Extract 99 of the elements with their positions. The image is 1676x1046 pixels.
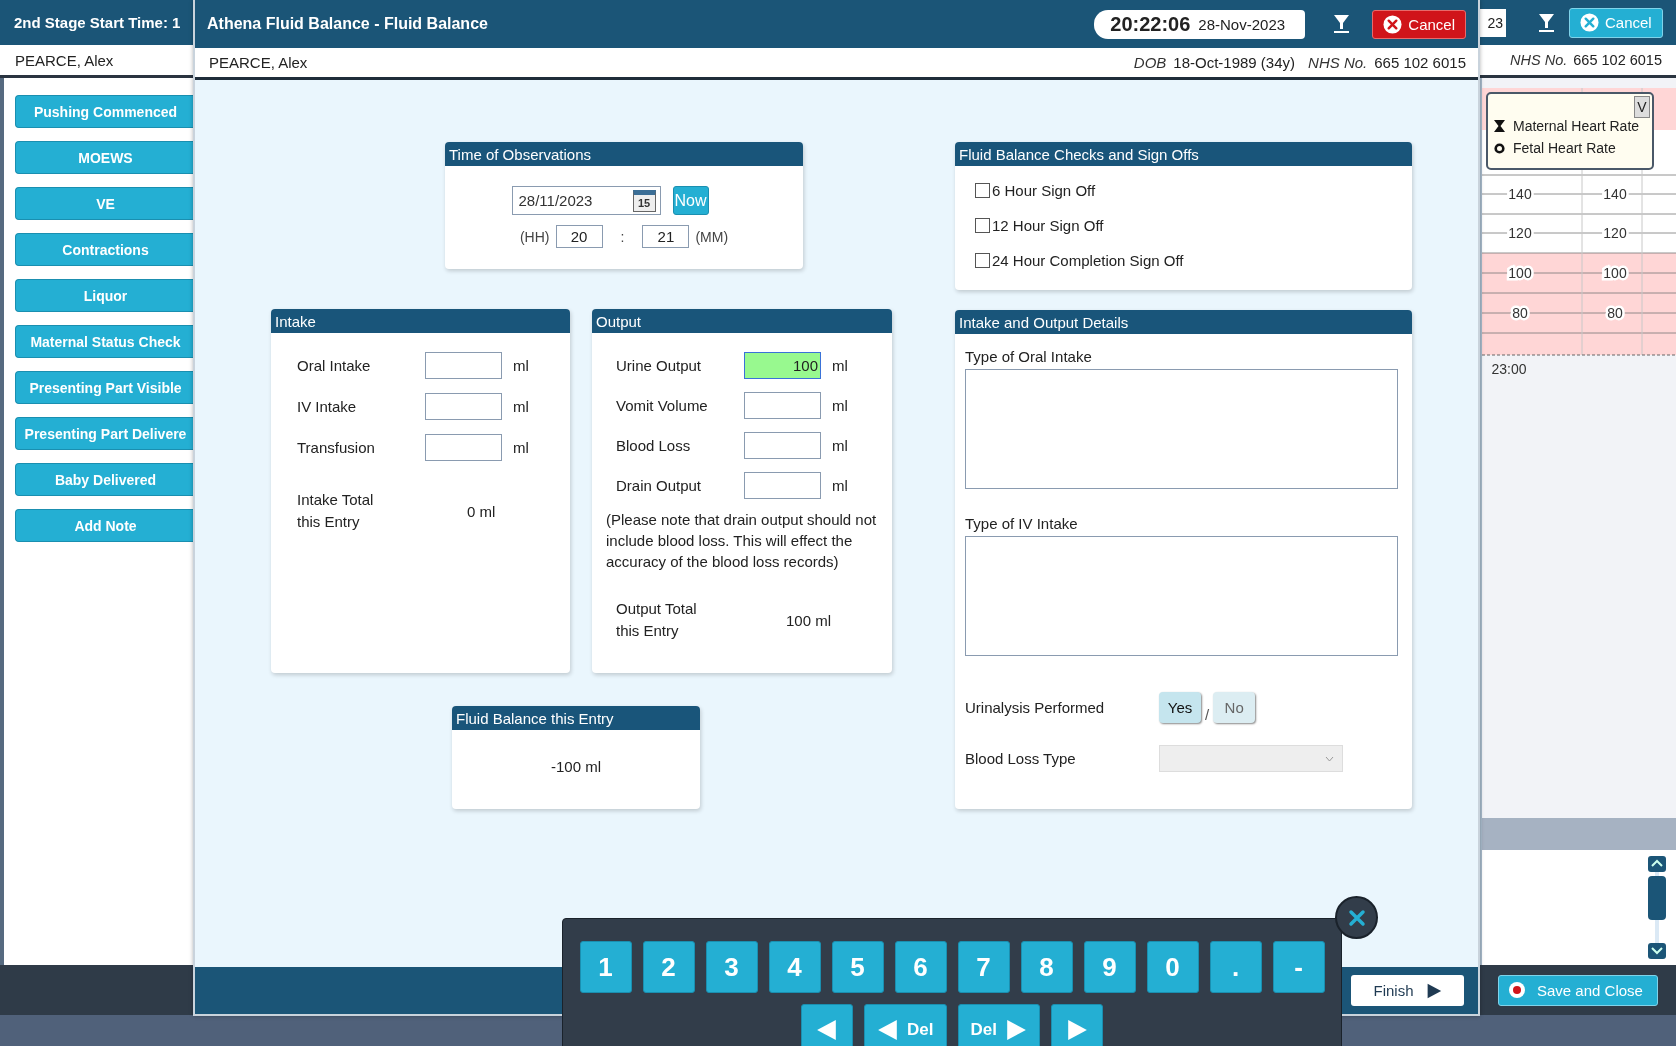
axis-label: 80 [1607,305,1623,321]
field-label: Blood Loss Type [965,750,1077,767]
checkbox-label: 12 Hour Sign Off [992,217,1104,234]
input-field[interactable]: 100 [744,352,821,379]
total-value: 0 ml [467,502,497,520]
action-button[interactable]: Pushing Commenced [15,95,195,128]
checkbox-label: 24 Hour Completion Sign Off [992,252,1184,269]
unit-label: ml [513,357,530,374]
cancel-button[interactable]: Cancel [1372,9,1466,39]
unit-label: ml [832,477,849,494]
key-button[interactable]: Del [957,1004,1040,1046]
clock-date: 28-Nov-2023 [1198,15,1286,33]
key-button[interactable]: 5 [831,941,884,993]
option-button[interactable]: Yes [1159,692,1201,723]
axis-label: 100 [1603,265,1627,281]
now-button[interactable]: Now [672,186,709,215]
checkbox-label: 6 Hour Sign Off [992,182,1096,199]
save-and-close-button[interactable]: Save and Close [1498,974,1658,1006]
key-button[interactable]: 2 [642,941,695,993]
panel-title: Output [592,309,892,333]
field-label: Urinalysis Performed [965,699,1106,716]
action-button[interactable]: Add Note [15,509,195,542]
nhs-label: NHS No. [1510,52,1568,68]
action-button[interactable]: Presenting Part Visible [15,371,195,404]
field-label: Blood Loss [616,437,692,454]
legend-toggle[interactable]: V [1634,96,1650,118]
field-label: Type of Oral Intake [965,348,1093,365]
key-button[interactable]: 4 [768,941,821,993]
time-field: 23 [1478,8,1506,37]
option-button[interactable]: No [1213,692,1256,723]
total-label: Output Total this Entry [616,599,698,641]
total-label: Intake Total this Entry [297,490,375,532]
nhs-number: 665 102 6015 [1573,52,1662,68]
field-label: Drain Output [616,477,703,494]
axis-label: 120 [1603,225,1627,241]
calendar-button[interactable]: 15 [632,189,656,212]
action-button[interactable]: Contractions [15,233,195,266]
date-field[interactable]: 28/11/2023 15 [511,186,661,215]
key-button[interactable]: Del [864,1004,947,1046]
panel-title: Intake and Output Details [955,310,1412,334]
hour-field[interactable]: 20 [555,225,603,248]
panel-title: Fluid Balance this Entry [452,706,700,730]
key-button[interactable]: 0 [1146,941,1199,993]
patient-name: PEARCE, Alex [14,51,115,69]
action-button[interactable]: Presenting Part Delivere [15,417,195,450]
key-button[interactable]: - [1272,941,1325,993]
field-label: IV Intake [297,398,358,415]
total-value: 100 ml [786,611,833,629]
key-button[interactable]: . [1209,941,1262,993]
field-label: Urine Output [616,357,703,374]
note-text: (Please note that drain output should not include blood loss. This will effect the accuracy of the blood loss records) [605,510,878,572]
key-button[interactable]: 9 [1083,941,1136,993]
dob-value: 18-Oct-1989 (34y) [1173,54,1296,71]
key-button[interactable]: 7 [957,941,1010,993]
panel-title: Fluid Balance Checks and Sign Offs [955,142,1412,166]
field-label: Transfusion [297,439,376,456]
field-label: Oral Intake [297,357,372,374]
field-label: Vomit Volume [616,397,709,414]
key-button[interactable]: 6 [894,941,947,993]
dob-label: DOB [1133,54,1167,71]
panel-title: Intake [271,309,570,333]
key-button[interactable]: 8 [1020,941,1073,993]
minute-field[interactable]: 21 [642,225,690,248]
date-value: 28/11/2023 [518,192,593,209]
nhs-number: 665 102 6015 [1374,54,1466,71]
hour-label: (HH) [519,228,550,245]
axis-label: 23:00 [1491,361,1527,377]
unit-label: ml [513,398,530,415]
dialog-title: Athena Fluid Balance - Fluid Balance [207,15,489,33]
time-separator: : [620,228,625,245]
axis-label: 140 [1508,186,1532,202]
axis-label: 140 [1603,186,1627,202]
key-button[interactable]: 3 [705,941,758,993]
header-title: 2nd Stage Start Time: 1 [13,13,182,33]
action-button[interactable]: VE [15,187,195,220]
nhs-label: NHS No. [1308,54,1368,71]
unit-label: ml [832,397,849,414]
action-button[interactable]: Maternal Status Check [15,325,195,358]
legend-label: Maternal Heart Rate [1513,118,1640,134]
axis-label: 120 [1508,225,1532,241]
axis-label: 80 [1512,305,1528,321]
cancel-button[interactable]: Cancel [1569,7,1663,38]
minute-label: (MM) [695,228,729,245]
axis-label: 100 [1508,265,1532,281]
legend-label: Fetal Heart Rate [1513,140,1616,156]
finish-button[interactable]: Finish [1351,975,1464,1006]
key-button[interactable]: 1 [579,941,632,993]
action-button[interactable]: Liquor [15,279,195,312]
patient-name: PEARCE, Alex [209,54,309,71]
unit-label: ml [513,439,530,456]
action-button[interactable]: Baby Delivered [15,463,195,496]
clock-time: 20:22:06 [1110,12,1191,36]
unit-label: ml [832,357,849,374]
unit-label: ml [832,437,849,454]
balance-value: -100 ml [551,758,601,775]
action-button[interactable]: MOEWS [15,141,195,174]
separator-text: / [1205,706,1210,723]
field-label: Type of IV Intake [965,515,1079,532]
panel-title: Time of Observations [445,142,803,166]
